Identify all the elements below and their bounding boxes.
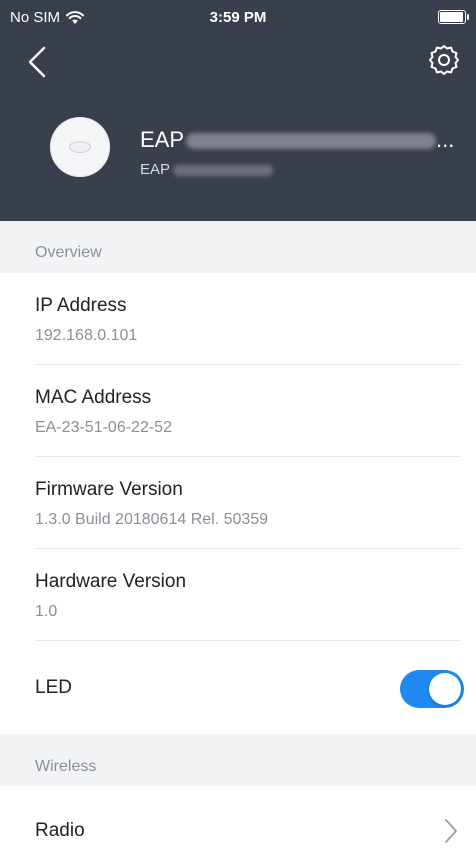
back-icon[interactable]: [22, 42, 58, 82]
led-toggle[interactable]: [400, 670, 464, 708]
redacted-model: [173, 164, 274, 176]
firmware-version-row: Firmware Version 1.3.0 Build 20180614 Re…: [35, 479, 461, 529]
divider: [35, 548, 461, 549]
section-overview-label: Overview: [35, 244, 102, 261]
device-name-text: EAP: [140, 127, 185, 152]
status-bar: No SIM 3:59 PM: [0, 0, 476, 36]
ip-address-value: 192.168.0.101: [35, 327, 138, 344]
toggle-knob: [429, 673, 461, 705]
device-model-text: EAP: [140, 161, 171, 178]
hardware-version-row: Hardware Version 1.0: [35, 571, 461, 621]
hardware-version-label: Hardware Version: [35, 571, 187, 592]
hardware-version-value: 1.0: [35, 603, 58, 620]
mac-address-row: MAC Address EA-23-51-06-22-52: [35, 387, 461, 437]
mac-address-label: MAC Address: [35, 387, 152, 408]
battery-icon: [438, 10, 469, 24]
device-name-ellipsis: ...: [436, 127, 455, 152]
radio-row[interactable]: Radio: [35, 820, 461, 842]
ip-address-label: IP Address: [35, 295, 127, 316]
led-row: LED: [35, 677, 461, 699]
ip-address-row: IP Address 192.168.0.101: [35, 295, 461, 345]
device-name: EAP...: [140, 127, 454, 153]
led-label: LED: [35, 677, 72, 698]
overview-card: IP Address 192.168.0.101 MAC Address EA-…: [0, 273, 476, 734]
gear-icon[interactable]: [424, 40, 464, 80]
device-header: No SIM 3:59 PM EAP... EAP: [0, 0, 476, 221]
firmware-version-value: 1.3.0 Build 20180614 Rel. 50359: [35, 511, 269, 528]
device-image: [50, 117, 110, 177]
chevron-right-icon[interactable]: [444, 818, 458, 844]
divider: [35, 456, 461, 457]
radio-label: Radio: [35, 820, 85, 841]
redacted-name: [186, 133, 437, 150]
divider: [35, 640, 461, 641]
mac-address-value: EA-23-51-06-22-52: [35, 419, 172, 436]
status-time: 3:59 PM: [209, 9, 267, 26]
section-wireless-label: Wireless: [35, 758, 97, 775]
firmware-version-label: Firmware Version: [35, 479, 183, 500]
device-led-icon: [69, 141, 91, 153]
wireless-card: Radio: [0, 786, 476, 853]
device-model: EAP: [140, 161, 274, 178]
divider: [35, 364, 461, 365]
